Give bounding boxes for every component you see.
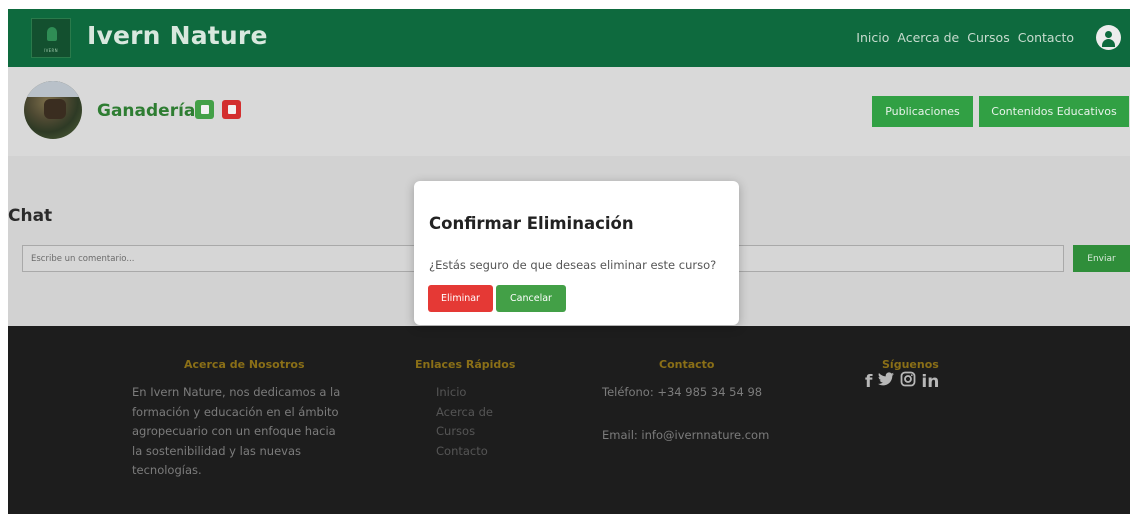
page: IVERN Ivern Nature Inicio Acerca de Curs… <box>0 0 1135 514</box>
cancel-button[interactable]: Cancelar <box>496 285 566 312</box>
dialog-title: Confirmar Eliminación <box>429 214 634 233</box>
confirm-delete-dialog: Confirmar Eliminación ¿Estás seguro de q… <box>414 181 739 325</box>
dialog-message: ¿Estás seguro de que deseas eliminar est… <box>429 258 717 272</box>
confirm-delete-button[interactable]: Eliminar <box>428 285 493 312</box>
